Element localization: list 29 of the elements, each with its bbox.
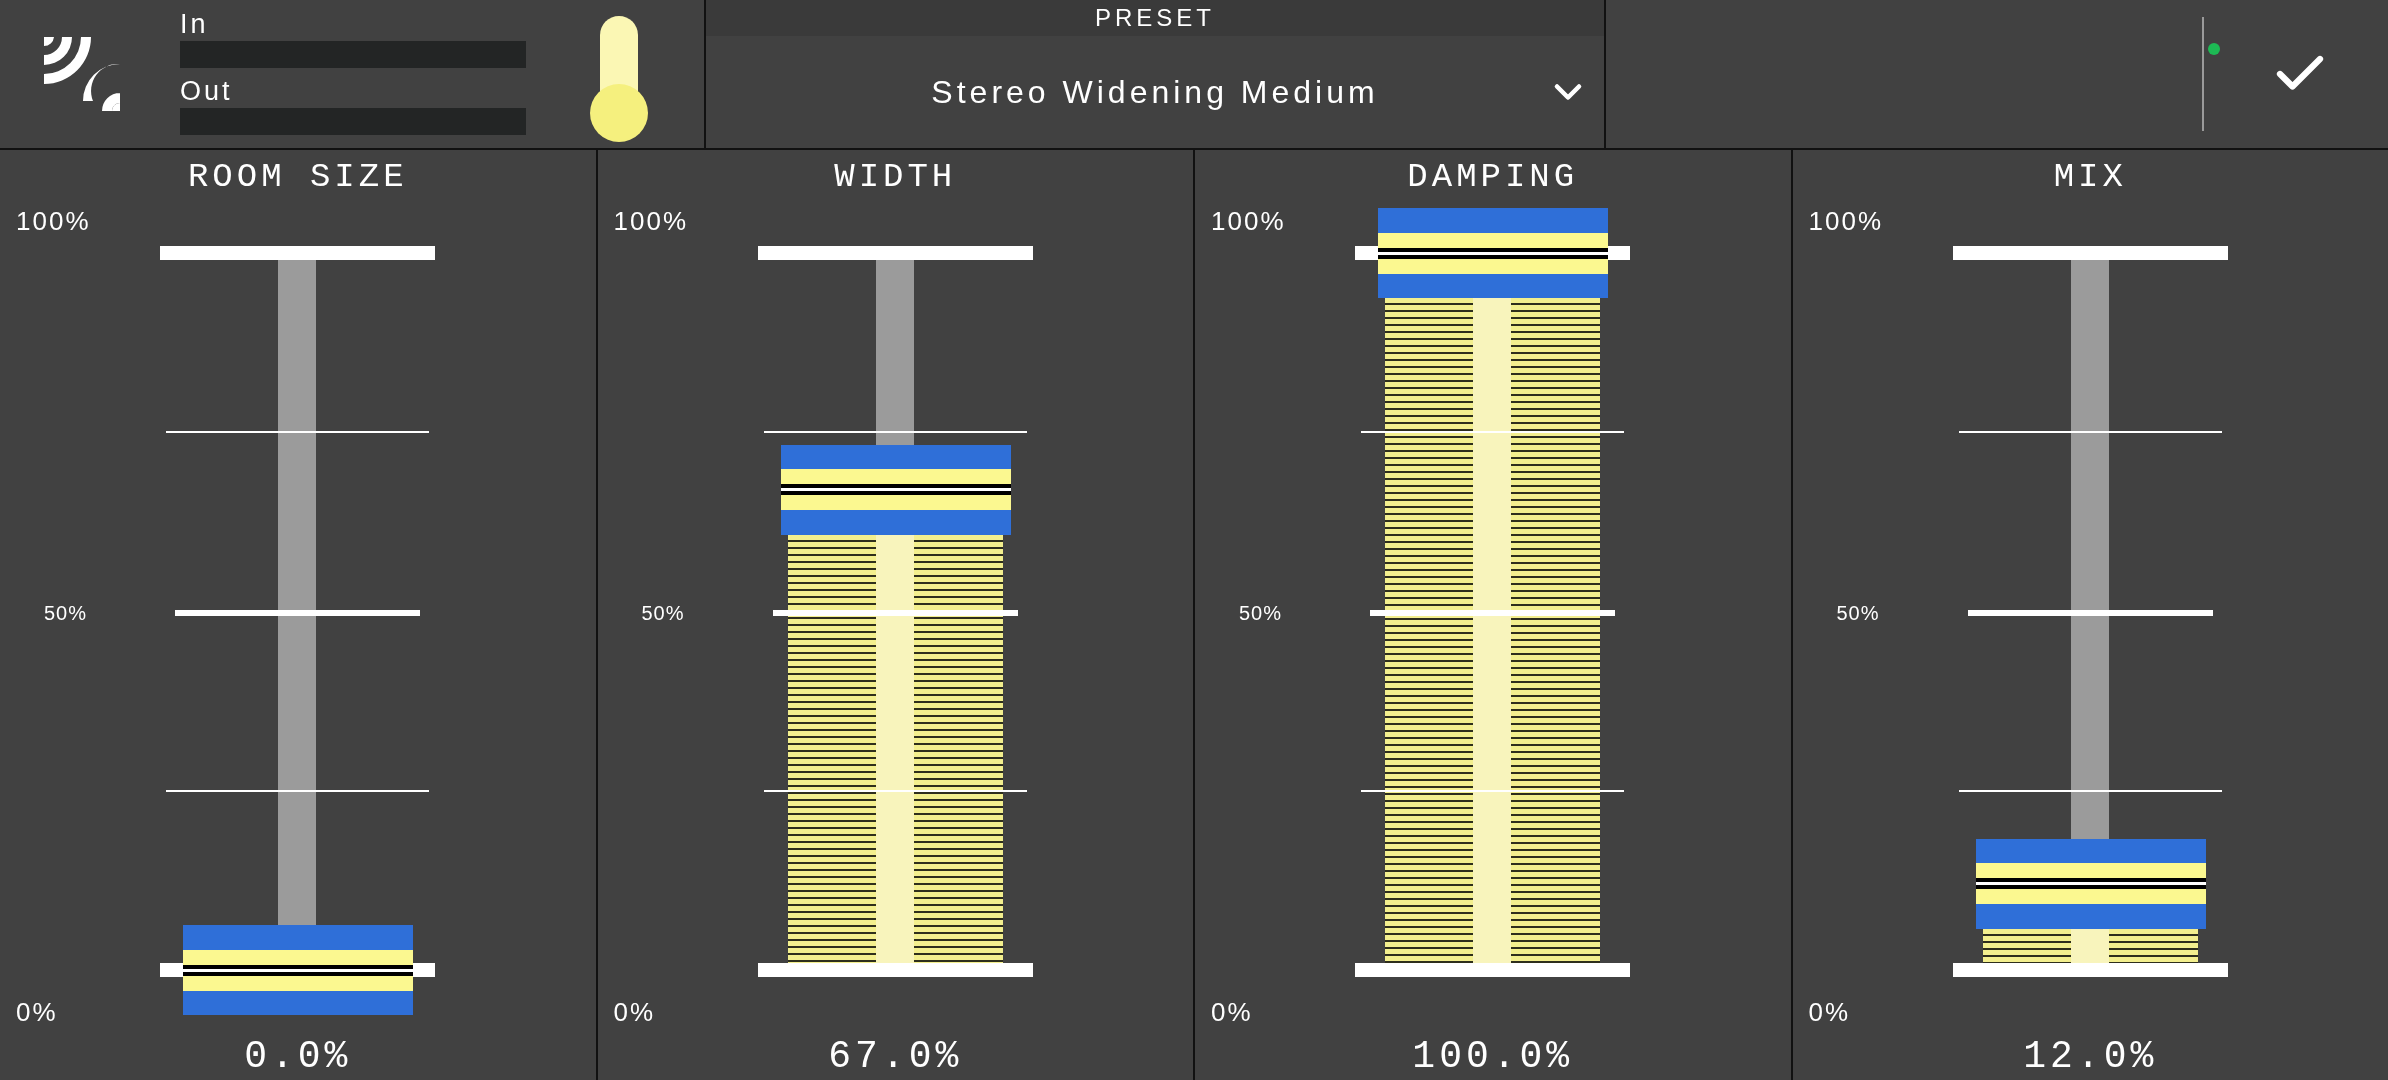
fader-value: 100.0%: [1412, 1034, 1574, 1080]
scale-label: 0%: [1808, 996, 1851, 1029]
fader-value: 12.0%: [2023, 1034, 2158, 1080]
fader-title: MIX: [2053, 157, 2127, 198]
scale-label: 100%: [16, 205, 91, 238]
scale-label: 50%: [1239, 601, 1283, 626]
scale-label: 100%: [613, 205, 688, 238]
scale-label: 0%: [1211, 996, 1253, 1029]
scale-label: 100%: [1211, 205, 1286, 238]
fader-thumb[interactable]: [780, 444, 1011, 535]
scale-label: 0%: [613, 996, 656, 1029]
fader-title: WIDTH: [834, 157, 957, 198]
fader-thumb[interactable]: [1975, 838, 2206, 929]
waves-logo-icon: [44, 37, 120, 111]
fader-value: 67.0%: [828, 1034, 963, 1080]
preset-dropdown[interactable]: Stereo Widening Medium: [706, 36, 1604, 148]
preset-title: PRESET: [1095, 3, 1215, 33]
fader-value: 0.0%: [244, 1034, 352, 1080]
fader-title: DAMPING: [1407, 157, 1579, 198]
fader-title: ROOM SIZE: [187, 157, 408, 198]
fader-thumb[interactable]: [1378, 208, 1608, 298]
fader-thumb[interactable]: [183, 925, 413, 1015]
scale-label: 100%: [1808, 205, 1883, 238]
scale-label: 50%: [641, 601, 685, 626]
scale-label: 0%: [16, 996, 58, 1029]
scale-label: 50%: [1836, 601, 1880, 626]
meter-label: In: [180, 8, 210, 41]
scale-label: 50%: [44, 601, 88, 626]
meter-label: Out: [180, 75, 234, 108]
